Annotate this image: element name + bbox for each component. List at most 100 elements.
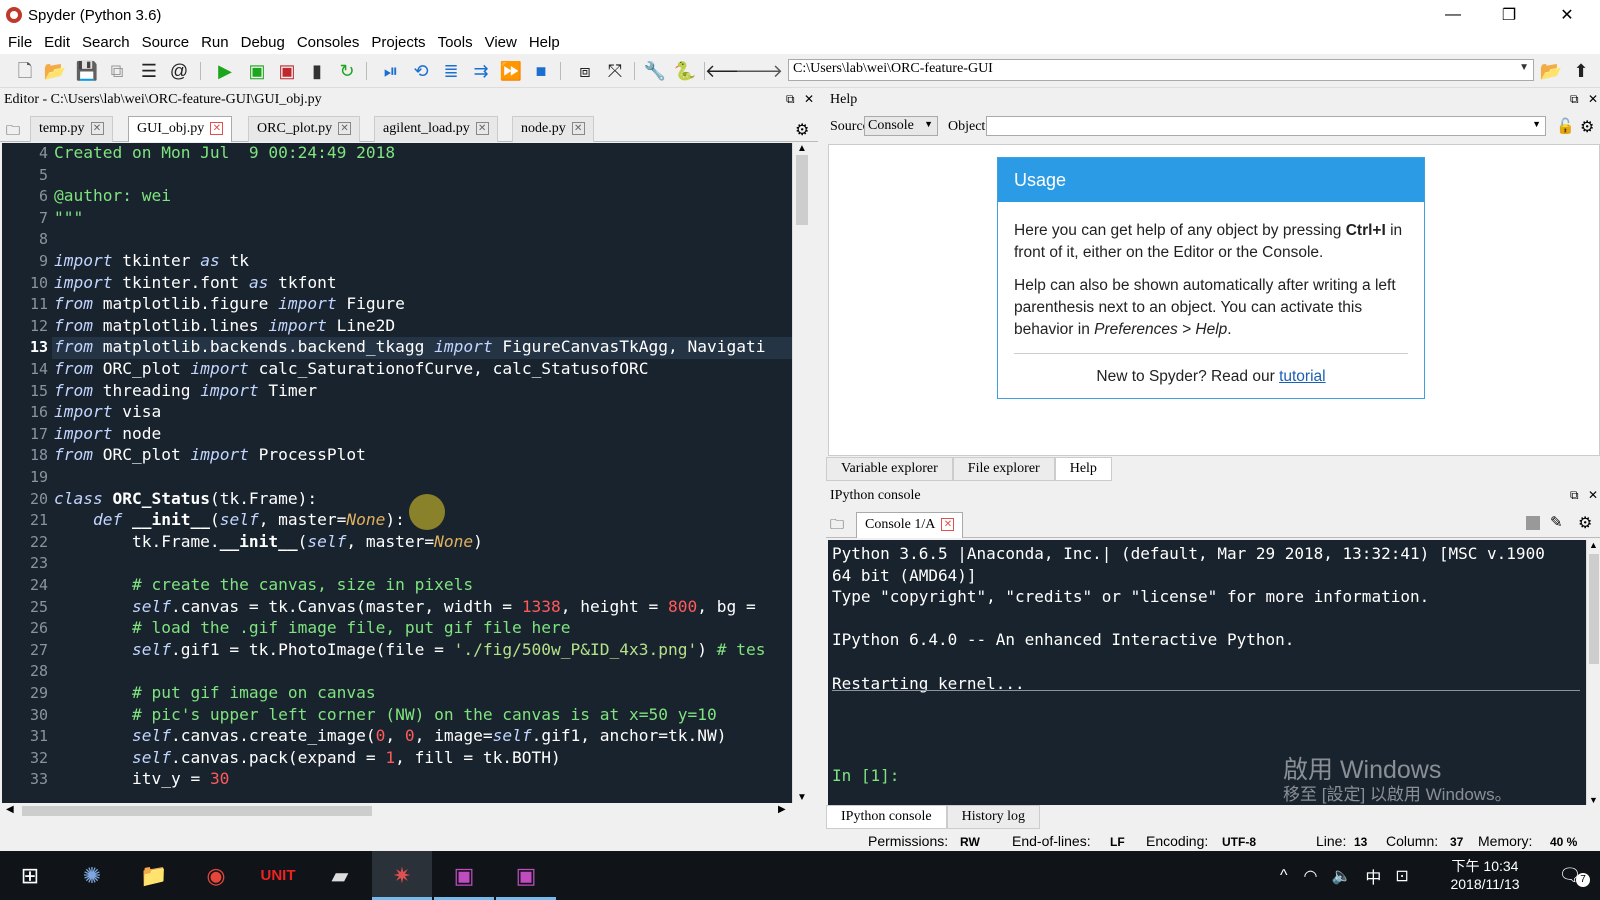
stop-kernel-icon[interactable] — [1526, 516, 1540, 530]
undock-icon[interactable]: ⧉ — [1570, 488, 1579, 503]
code-line[interactable]: self.canvas = tk.Canvas(master, width = … — [54, 597, 756, 616]
step-icon[interactable]: ⟲ — [410, 60, 432, 82]
unit-app-icon[interactable]: UNIT — [248, 851, 308, 900]
console-prompt[interactable]: In [1]: — [832, 766, 899, 785]
help-options-gear-icon[interactable]: ⚙ — [1580, 117, 1594, 137]
close-tab-icon[interactable]: ✕ — [475, 122, 489, 136]
python-path-icon[interactable]: 🐍 — [674, 60, 696, 82]
code-line[interactable]: self.canvas.create_image(0, 0, image=sel… — [54, 726, 727, 745]
close-tab-icon[interactable]: ✕ — [90, 122, 104, 136]
close-pane-icon[interactable]: ✕ — [804, 92, 814, 107]
scroll-thumb[interactable] — [1589, 554, 1599, 664]
speaker-icon[interactable]: 🔈 — [1331, 866, 1351, 886]
scroll-down-icon[interactable]: ▼ — [1589, 795, 1598, 805]
undock-icon[interactable]: ⧉ — [786, 92, 795, 107]
run-cell-advance-icon[interactable]: ▣ — [276, 60, 298, 82]
browse-tabs-icon[interactable]: 🗀 — [830, 514, 844, 538]
scroll-thumb[interactable] — [796, 155, 808, 225]
scroll-down-icon[interactable]: ▼ — [797, 792, 807, 803]
menu-view[interactable]: View — [481, 34, 525, 51]
tab-file-explorer[interactable]: File explorer — [952, 457, 1055, 481]
code-line[interactable]: @author: wei — [54, 186, 171, 205]
chrome-icon[interactable]: ◉ — [186, 851, 246, 900]
close-button[interactable]: ✕ — [1544, 0, 1590, 30]
wifi-icon[interactable]: ◠ — [1304, 866, 1318, 886]
menu-file[interactable]: File — [4, 34, 40, 51]
tab-agilent-load-py[interactable]: agilent_load.py ✕ — [374, 116, 498, 142]
notification-center-icon[interactable]: 🗨 7 — [1540, 851, 1600, 900]
fullscreen-icon[interactable]: ⤧ — [604, 60, 626, 82]
code-line[interactable]: from threading import Timer — [54, 381, 317, 400]
scroll-right-icon[interactable]: ▶ — [778, 804, 786, 815]
tab-help[interactable]: Help — [1054, 457, 1112, 481]
menu-search[interactable]: Search — [78, 34, 138, 51]
parent-directory-icon[interactable]: ⬆ — [1570, 60, 1592, 82]
code-area[interactable]: Created on Mon Jul 9 00:24:49 2018 @autho… — [52, 143, 792, 803]
code-line[interactable]: Created on Mon Jul 9 00:24:49 2018 — [54, 143, 395, 162]
tab-gui-obj-py[interactable]: GUI_obj.py ✕ — [128, 116, 233, 142]
console-vertical-scrollbar[interactable]: ▲ ▼ — [1586, 540, 1600, 805]
code-line[interactable]: from ORC_plot import ProcessPlot — [54, 445, 366, 464]
debug-icon[interactable]: ⏯ — [380, 60, 402, 82]
tab-orc-plot-py[interactable]: ORC_plot.py ✕ — [248, 116, 361, 142]
menu-source[interactable]: Source — [138, 34, 198, 51]
menu-help[interactable]: Help — [525, 34, 568, 51]
editor-horizontal-scrollbar[interactable]: ◀ ▶ — [2, 803, 792, 819]
file-list-icon[interactable]: ☰ — [138, 60, 160, 82]
chevron-up-icon[interactable]: ^ — [1280, 867, 1288, 885]
network-app-icon[interactable]: ✺ — [62, 851, 122, 900]
close-tab-icon[interactable]: ✕ — [338, 122, 352, 136]
close-tab-icon[interactable]: ✕ — [571, 122, 585, 136]
close-pane-icon[interactable]: ✕ — [1588, 92, 1598, 107]
tutorial-link[interactable]: tutorial — [1279, 368, 1326, 385]
menu-edit[interactable]: Edit — [40, 34, 78, 51]
stop-debug-icon[interactable]: ■ — [530, 60, 552, 82]
code-line[interactable]: """ — [54, 208, 83, 227]
code-line[interactable]: from ORC_plot import calc_SaturationofCu… — [54, 359, 649, 378]
code-line[interactable]: tk.Frame.__init__(self, master=None) — [54, 532, 483, 551]
tab-node-py[interactable]: node.py ✕ — [512, 116, 594, 142]
ime-indicator[interactable]: 中 — [1365, 864, 1381, 888]
close-tab-icon[interactable]: ✕ — [210, 122, 224, 136]
source-select[interactable]: Console ▼ — [864, 116, 938, 136]
code-line[interactable]: import node — [54, 424, 161, 443]
maximize-button[interactable]: ❐ — [1486, 0, 1532, 30]
menu-consoles[interactable]: Consoles — [293, 34, 368, 51]
code-line[interactable]: # pic's upper left corner (NW) on the ca… — [54, 705, 717, 724]
run-icon[interactable]: ▶ — [214, 60, 236, 82]
editor-vertical-scrollbar[interactable]: ▲ ▼ — [792, 143, 810, 803]
clear-console-eraser-icon[interactable]: ✎ — [1550, 513, 1563, 531]
step-into-icon[interactable]: ≣ — [440, 60, 462, 82]
code-line[interactable]: def __init__(self, master=None): — [54, 510, 405, 529]
preferences-wrench-icon[interactable]: 🔧 — [644, 60, 666, 82]
code-line[interactable]: # put gif image on canvas — [54, 683, 376, 702]
code-line[interactable]: from matplotlib.lines import Line2D — [54, 316, 395, 335]
spyder-taskbar-icon[interactable]: ✷ — [372, 851, 432, 900]
close-pane-icon[interactable]: ✕ — [1588, 488, 1598, 503]
email-icon[interactable]: @ — [168, 60, 190, 82]
presentation-app-icon[interactable]: ▣ — [434, 851, 494, 900]
scroll-left-icon[interactable]: ◀ — [6, 804, 14, 815]
code-line[interactable]: import visa — [54, 402, 161, 421]
rerun-icon[interactable]: ↻ — [336, 60, 358, 82]
tab-history-log[interactable]: History log — [946, 805, 1040, 829]
lock-icon[interactable]: 🔓 — [1556, 117, 1575, 135]
tab-variable-explorer[interactable]: Variable explorer — [826, 457, 953, 481]
run-selection-icon[interactable]: ▮ — [306, 60, 328, 82]
browse-tabs-icon[interactable]: 🗀 — [6, 120, 20, 144]
undock-icon[interactable]: ⧉ — [1570, 92, 1579, 107]
code-line[interactable]: from matplotlib.backends.backend_tkagg i… — [54, 337, 765, 356]
step-return-icon[interactable]: ⇉ — [470, 60, 492, 82]
forward-arrow-icon[interactable]: 🡒 — [735, 60, 783, 82]
code-line[interactable]: import tkinter as tk — [54, 251, 249, 270]
clock[interactable]: 下午 10:34 2018/11/13 — [1440, 857, 1530, 893]
code-line[interactable]: class ORC_Status(tk.Frame): — [54, 489, 317, 508]
file-explorer-icon[interactable]: 📁 — [124, 851, 184, 900]
browse-folder-icon[interactable]: 📂 — [1540, 60, 1562, 82]
working-directory-input[interactable]: C:\Users\lab\wei\ORC-feature-GUI ▼ — [788, 59, 1534, 81]
maximize-pane-icon[interactable]: ⧈ — [574, 60, 596, 82]
run-cell-icon[interactable]: ▣ — [246, 60, 268, 82]
code-line[interactable]: import tkinter.font as tkfont — [54, 273, 337, 292]
menu-projects[interactable]: Projects — [367, 34, 433, 51]
code-line[interactable]: # create the canvas, size in pixels — [54, 575, 473, 594]
